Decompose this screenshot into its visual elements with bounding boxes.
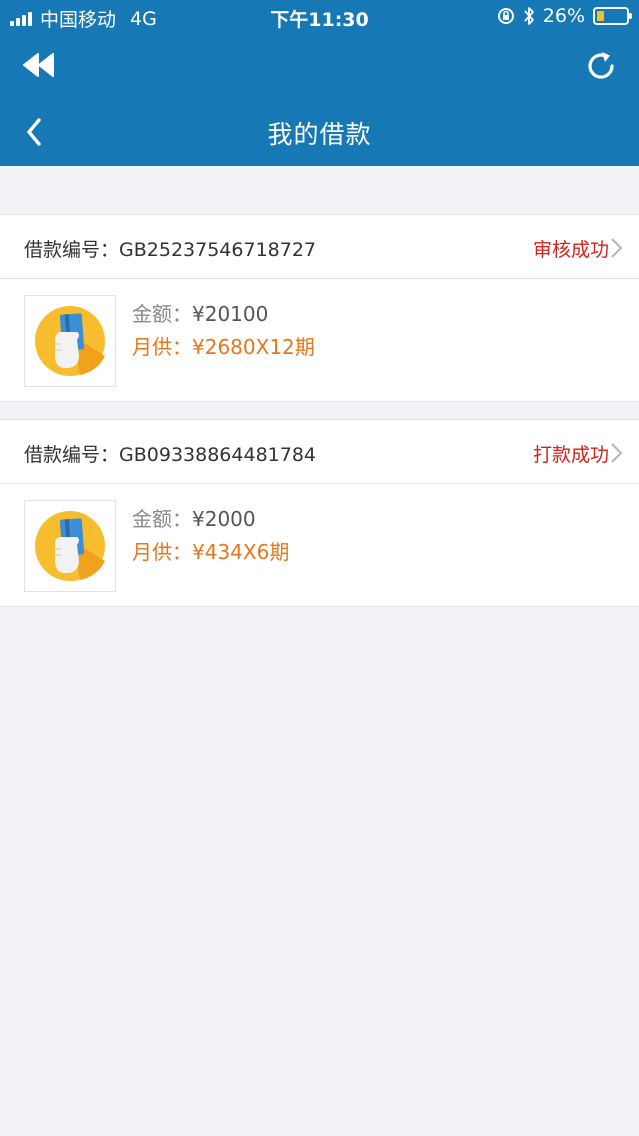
amount-label: 金额： <box>132 302 192 326</box>
chevron-right-icon[interactable] <box>609 442 623 464</box>
loan-number: 借款编号：GB09338864481784 <box>24 440 316 467</box>
status-right: 26% <box>497 5 632 27</box>
loan-thumbnail <box>24 500 116 592</box>
loan-monthly: 月供：¥2680X12期 <box>132 331 315 360</box>
loan-number-value: GB25237546718727 <box>119 239 317 261</box>
loan-amount: 金额：¥20100 <box>132 298 268 327</box>
loan-number-label: 借款编号： <box>24 239 120 261</box>
loan-card-body[interactable]: 金额：¥20100 月供：¥2680X12期 <box>0 279 639 401</box>
loan-number-value: GB09338864481784 <box>119 444 317 466</box>
loan-status[interactable]: 审核成功 <box>533 235 609 262</box>
monthly-value: ¥2680X12期 <box>192 335 315 359</box>
battery-icon <box>593 7 632 25</box>
card-in-hand-icon <box>35 511 105 581</box>
loan-card-body[interactable]: 金额：¥2000 月供：¥434X6期 <box>0 484 639 606</box>
amount-value: ¥20100 <box>192 302 269 326</box>
loan-card-header[interactable]: 借款编号：GB09338864481784 打款成功 <box>0 420 639 484</box>
battery-fill <box>597 11 604 21</box>
status-bar: 中国移动 4G 下午11:30 26% <box>0 0 639 34</box>
app-header: 中国移动 4G 下午11:30 26% 我的借款 <box>0 0 639 166</box>
rewind-icon[interactable] <box>22 52 56 78</box>
refresh-icon[interactable] <box>584 49 618 83</box>
loan-card[interactable]: 借款编号：GB09338864481784 打款成功 金额：¥2000 月供：¥… <box>0 419 639 607</box>
loan-card-header[interactable]: 借款编号：GB25237546718727 审核成功 <box>0 215 639 279</box>
chevron-right-icon[interactable] <box>609 237 623 259</box>
monthly-value: ¥434X6期 <box>192 540 290 564</box>
rotation-lock-icon <box>497 8 514 24</box>
amount-value: ¥2000 <box>192 507 256 531</box>
loan-number-label: 借款编号： <box>24 444 120 466</box>
card-in-hand-icon <box>35 306 105 376</box>
loan-number: 借款编号：GB25237546718727 <box>24 235 316 262</box>
monthly-label: 月供： <box>132 335 192 359</box>
loan-thumbnail <box>24 295 116 387</box>
loan-amount: 金额：¥2000 <box>132 503 256 532</box>
loan-card[interactable]: 借款编号：GB25237546718727 审核成功 金额：¥20100 月供：… <box>0 214 639 402</box>
bluetooth-icon <box>524 7 534 25</box>
page-title: 我的借款 <box>267 120 372 149</box>
amount-label: 金额： <box>132 507 192 531</box>
loan-monthly: 月供：¥434X6期 <box>132 536 289 565</box>
monthly-label: 月供： <box>132 540 192 564</box>
loan-status[interactable]: 打款成功 <box>533 440 609 467</box>
battery-percent: 26% <box>542 5 585 27</box>
